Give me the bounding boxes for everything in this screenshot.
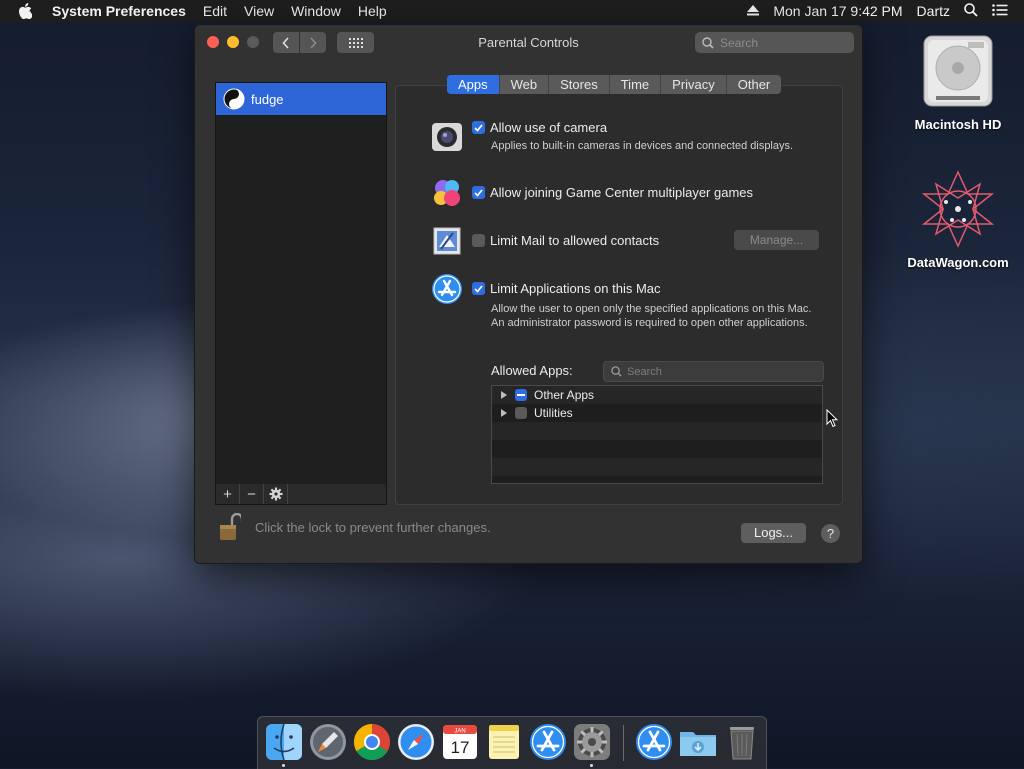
empty-row	[492, 458, 822, 476]
datawagon-logo-icon	[921, 170, 995, 248]
menubar-user[interactable]: Dartz	[917, 3, 950, 19]
camera-description: Applies to built-in cameras in devices a…	[491, 140, 794, 152]
notes-icon[interactable]	[484, 722, 524, 762]
game-center-label: Allow joining Game Center multiplayer ga…	[490, 185, 754, 200]
eject-icon[interactable]	[747, 3, 760, 19]
dock: JAN 17	[257, 716, 767, 769]
camera-label: Allow use of camera	[490, 120, 608, 135]
view-menu[interactable]: View	[244, 3, 274, 19]
launchpad-icon[interactable]	[308, 722, 348, 762]
running-indicator	[282, 764, 285, 767]
other-apps-label: Other Apps	[534, 388, 595, 402]
calendar-day: 17	[451, 738, 470, 757]
checkmark-icon	[474, 284, 483, 293]
desktop-icon-label: DataWagon.com	[907, 255, 1009, 270]
notification-center-icon[interactable]	[992, 3, 1008, 19]
list-item[interactable]: Other Apps	[492, 386, 822, 404]
allowed-apps-search-input[interactable]: Search	[603, 361, 824, 382]
allowed-apps-label: Allowed Apps:	[491, 363, 573, 378]
tab-privacy[interactable]: Privacy	[661, 75, 727, 94]
user-list-toolbar: + −	[215, 484, 387, 505]
unlocked-lock-icon[interactable]	[219, 513, 241, 541]
downloads-folder-icon[interactable]	[678, 722, 718, 762]
mail-label: Limit Mail to allowed contacts	[490, 233, 660, 248]
gear-icon[interactable]	[264, 484, 288, 504]
calendar-icon[interactable]: JAN 17	[440, 722, 480, 762]
desktop-icon-macintosh-hd[interactable]: Macintosh HD	[906, 30, 1010, 132]
chrome-icon[interactable]	[352, 722, 392, 762]
help-menu[interactable]: Help	[358, 3, 387, 19]
add-user-button[interactable]: +	[216, 484, 240, 504]
tab-other[interactable]: Other	[727, 75, 782, 94]
search-placeholder: Search	[720, 35, 759, 50]
camera-checkbox[interactable]	[472, 121, 485, 134]
user-row-fudge[interactable]: fudge	[216, 83, 386, 115]
system-preferences-icon[interactable]	[572, 722, 612, 762]
safari-icon[interactable]	[396, 722, 436, 762]
empty-row	[492, 422, 822, 440]
checkmark-icon	[474, 188, 483, 197]
tab-web[interactable]: Web	[500, 75, 550, 94]
apple-menu-icon[interactable]	[18, 3, 38, 19]
mail-stamp-icon	[433, 227, 461, 255]
search-icon	[702, 36, 714, 49]
help-button[interactable]: ?	[821, 524, 840, 543]
trash-icon[interactable]	[722, 722, 762, 762]
calendar-month: JAN	[454, 729, 465, 735]
mail-checkbox[interactable]	[472, 234, 485, 247]
edit-menu[interactable]: Edit	[203, 3, 227, 19]
disclosure-triangle-icon[interactable]	[501, 391, 507, 399]
running-indicator	[590, 764, 593, 767]
checkmark-icon	[474, 123, 483, 132]
tab-apps[interactable]: Apps	[447, 75, 500, 94]
utilities-label: Utilities	[534, 406, 573, 420]
lock-row: Click the lock to prevent further change…	[219, 513, 491, 541]
game-center-checkbox[interactable]	[472, 186, 485, 199]
app-store-icon[interactable]	[528, 722, 568, 762]
app-store-icon[interactable]	[634, 722, 674, 762]
logs-button[interactable]: Logs...	[741, 523, 806, 543]
limit-apps-description: Allow the user to open only the specifie…	[491, 303, 812, 329]
preferences-search-input[interactable]: Search	[695, 32, 854, 53]
spotlight-search-icon[interactable]	[964, 2, 978, 20]
empty-row	[492, 440, 822, 458]
utilities-checkbox[interactable]	[515, 407, 527, 419]
disclosure-triangle-icon[interactable]	[501, 409, 507, 417]
yin-yang-avatar-icon	[223, 88, 245, 110]
camera-icon	[432, 123, 462, 151]
game-center-icon	[434, 180, 460, 206]
menubar-clock[interactable]: Mon Jan 17 9:42 PM	[773, 3, 902, 19]
dock-separator	[623, 725, 624, 761]
mouse-cursor-icon	[826, 409, 838, 428]
list-item[interactable]: Utilities	[492, 404, 822, 422]
allowed-apps-search-placeholder: Search	[627, 365, 662, 378]
minus-icon	[517, 394, 525, 396]
tab-bar: Apps Web Stores Time Privacy Other	[447, 75, 782, 94]
window-menu[interactable]: Window	[291, 3, 341, 19]
user-list[interactable]: fudge	[215, 82, 387, 486]
menu-bar: System Preferences Edit View Window Help…	[0, 0, 1024, 22]
app-store-icon	[432, 274, 462, 304]
parental-controls-window: Parental Controls Search fudge + − Apps …	[194, 24, 863, 564]
search-icon	[611, 366, 622, 377]
remove-user-button[interactable]: −	[240, 484, 264, 504]
lock-hint-text: Click the lock to prevent further change…	[255, 519, 491, 535]
app-menu[interactable]: System Preferences	[52, 3, 186, 19]
desktop-icon-label: Macintosh HD	[914, 117, 1002, 132]
user-name: fudge	[251, 91, 284, 107]
allowed-apps-list[interactable]: Other Apps Utilities	[491, 385, 823, 484]
limit-apps-label: Limit Applications on this Mac	[490, 281, 661, 296]
tab-time[interactable]: Time	[610, 75, 662, 94]
finder-icon[interactable]	[264, 722, 304, 762]
title-bar: Parental Controls Search	[195, 25, 862, 61]
other-apps-checkbox[interactable]	[515, 389, 527, 401]
limit-apps-checkbox[interactable]	[472, 282, 485, 295]
tab-stores[interactable]: Stores	[549, 75, 610, 94]
manage-contacts-button[interactable]: Manage...	[734, 230, 819, 250]
desktop-icon-datawagon[interactable]: DataWagon.com	[900, 168, 1016, 270]
hard-drive-icon	[923, 35, 993, 107]
